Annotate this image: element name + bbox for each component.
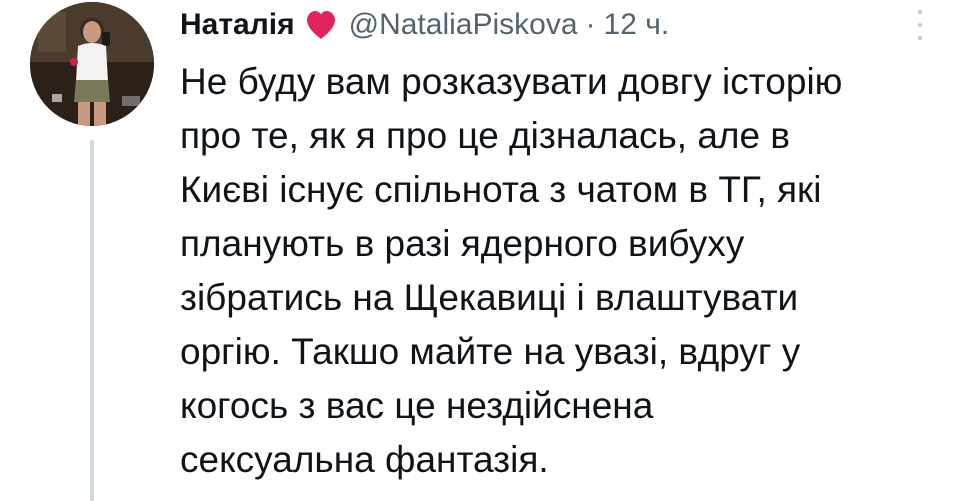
- tweet-content: Наталія @NataliaPiskova · 12 ч. Не буду …: [180, 0, 922, 487]
- heart-icon: [305, 10, 337, 40]
- tweet-text-line: планують в разі ядерного вибуху: [180, 223, 745, 264]
- avatar[interactable]: [30, 2, 154, 126]
- timestamp[interactable]: 12 ч.: [604, 8, 670, 42]
- separator-dot: ·: [585, 8, 596, 41]
- avatar-photo: [30, 2, 154, 126]
- tweet-text-line: Києві існує спільнота з чатом в ТГ, які: [180, 169, 822, 210]
- tweet-text: Не буду вам розказувати довгу історію пр…: [180, 55, 920, 487]
- tweet-header: Наталія @NataliaPiskova · 12 ч.: [180, 0, 920, 50]
- tweet: Наталія @NataliaPiskova · 12 ч. Не буду …: [0, 0, 960, 501]
- tweet-text-line: когось з вас це нездійснена: [180, 385, 654, 426]
- tweet-text-line: оргію. Такшо майте на увазі, вдруг у: [180, 331, 801, 372]
- tweet-text-line: сексуальна фантазія.: [180, 439, 549, 480]
- tweet-text-line: Не буду вам розказувати довгу історію: [180, 61, 843, 102]
- tweet-text-line: про те, як я про це дізналась, але в: [180, 115, 791, 156]
- thread-line: [90, 140, 94, 501]
- display-name[interactable]: Наталія: [180, 8, 295, 42]
- more-options-icon[interactable]: [910, 10, 930, 40]
- tweet-text-line: зібратись на Щекавиці і влаштувати: [180, 277, 799, 318]
- handle[interactable]: @NataliaPiskova: [349, 8, 578, 42]
